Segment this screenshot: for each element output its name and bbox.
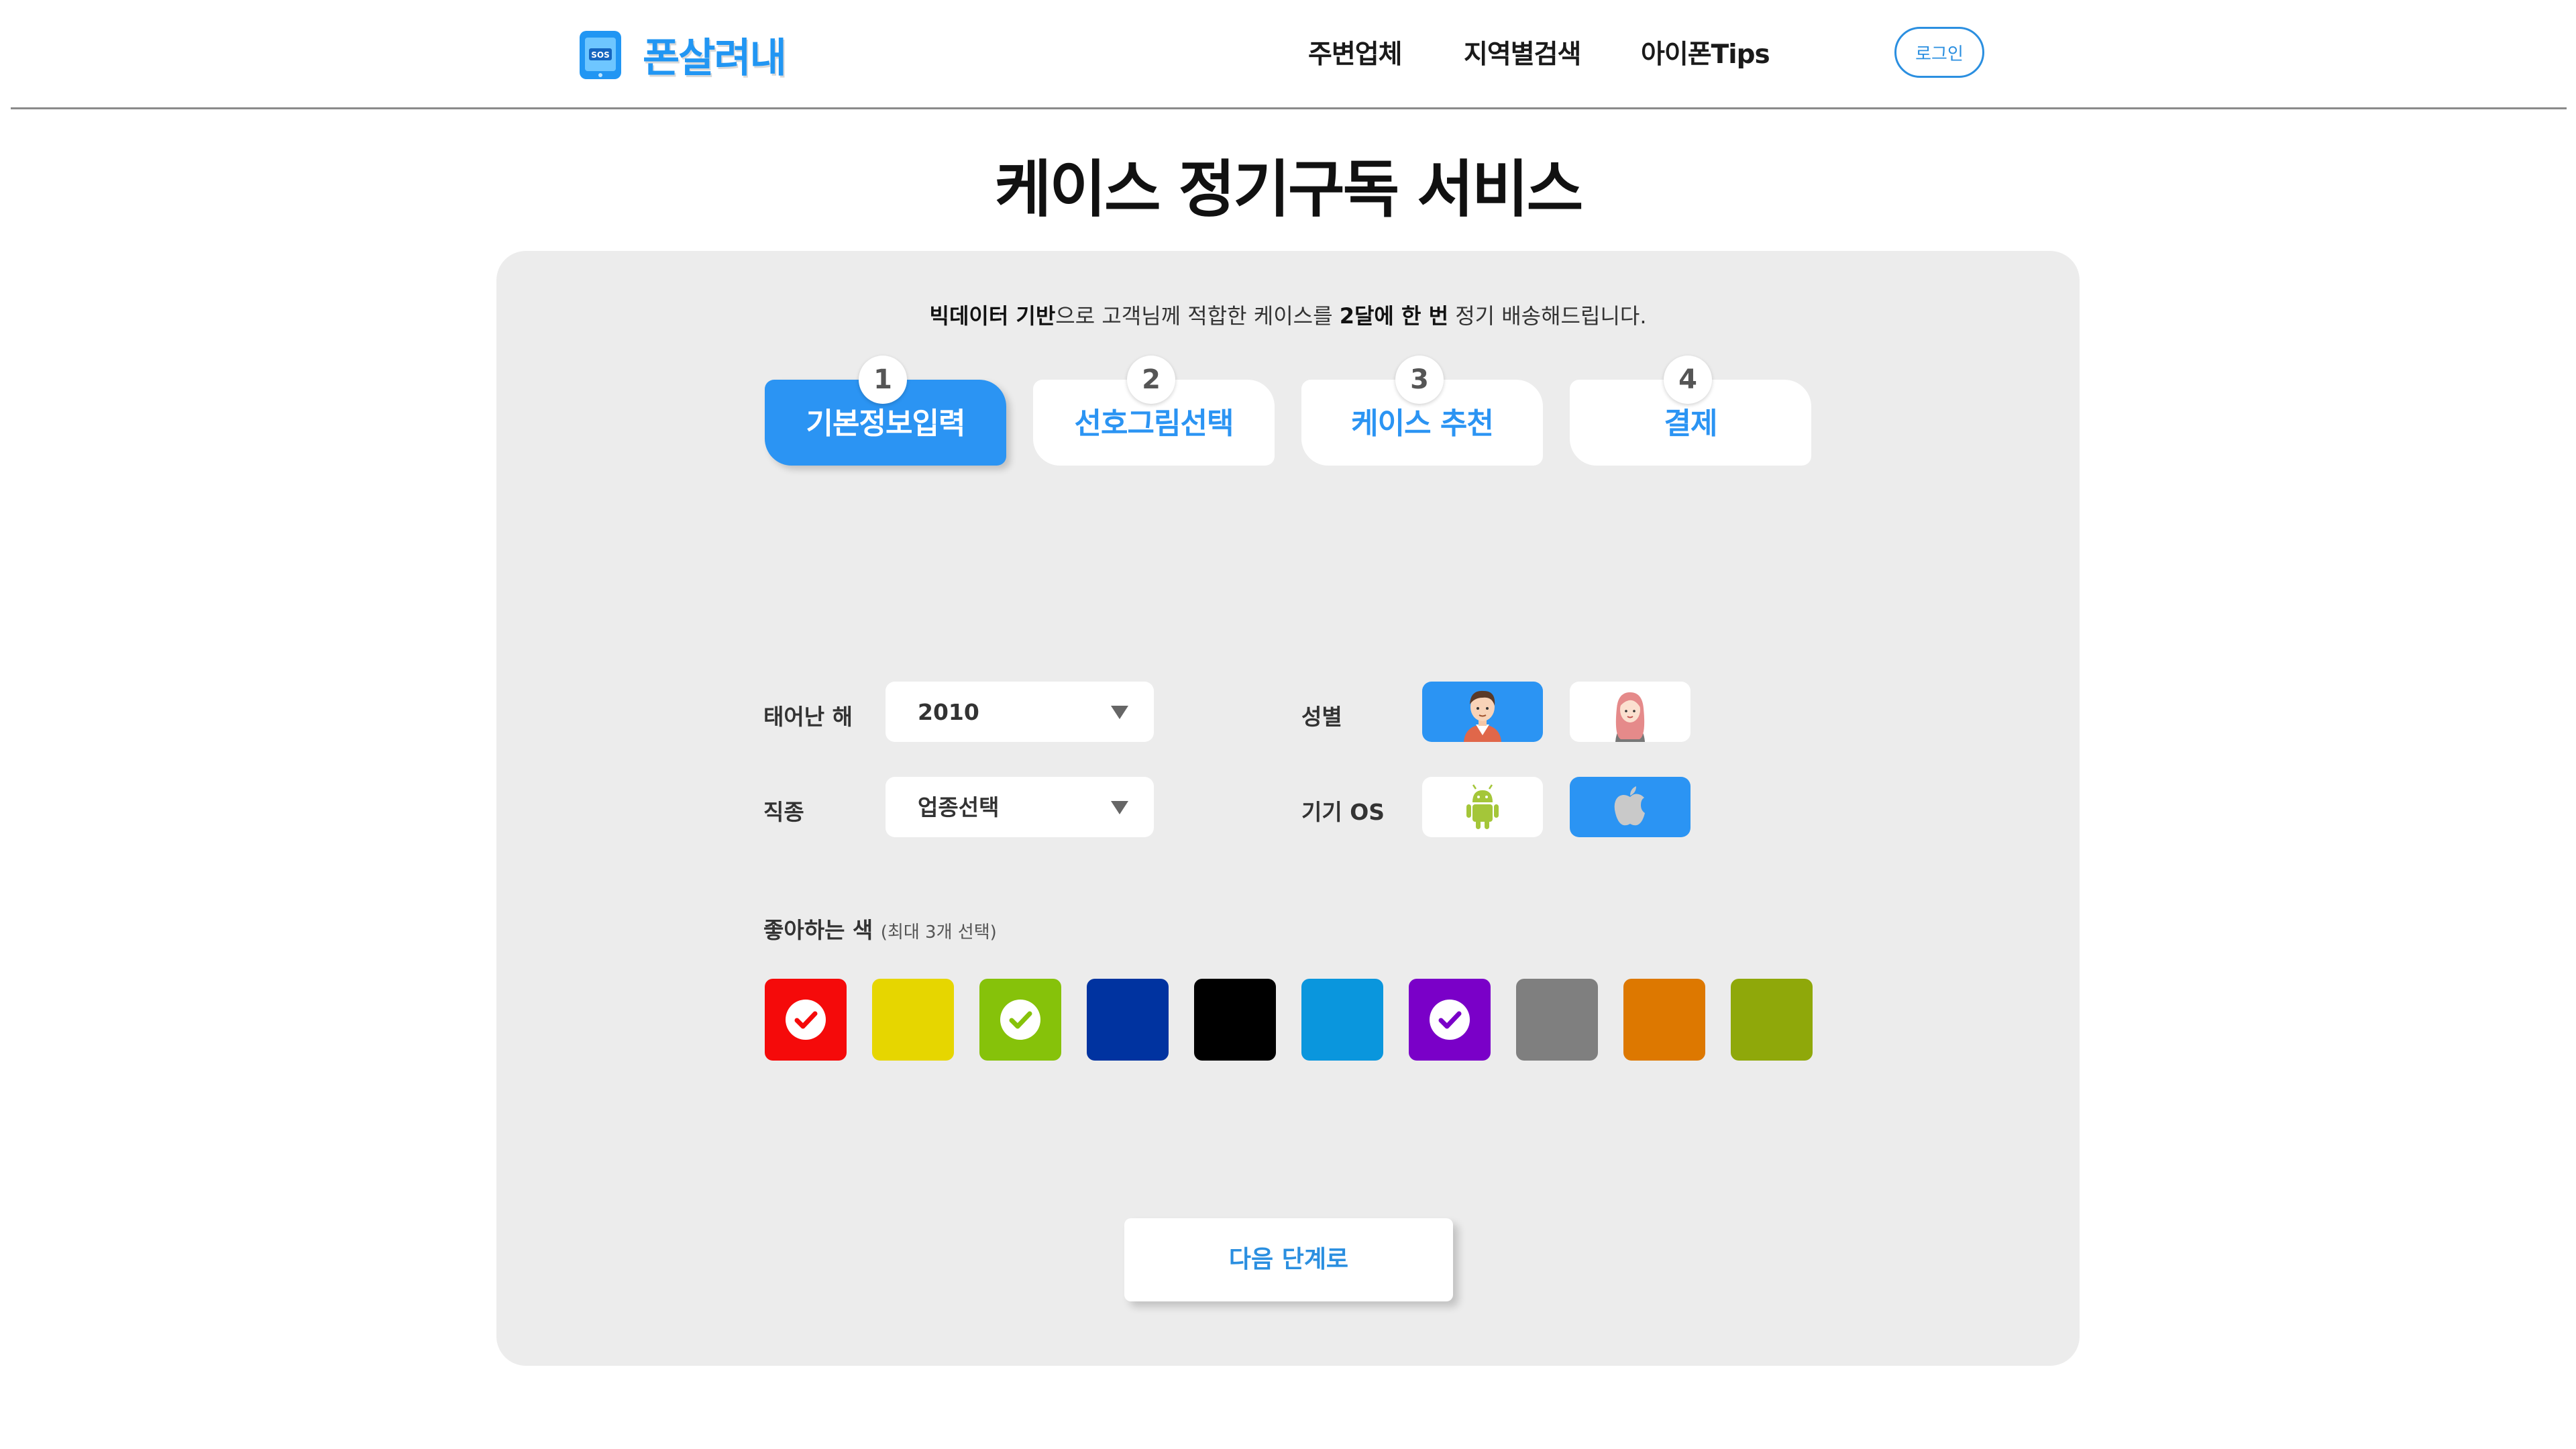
intro-bold-2: 2달에 한 번 (1339, 303, 1449, 329)
nav-region-search[interactable]: 지역별검색 (1464, 34, 1581, 71)
step-number: 3 (1395, 356, 1444, 404)
step-number: 2 (1127, 356, 1175, 404)
job-select[interactable]: 업종선택 (885, 777, 1154, 837)
android-icon (1466, 784, 1499, 829)
intro-bold-1: 빅데이터 기반 (929, 303, 1056, 329)
color-swatch[interactable] (872, 979, 954, 1061)
nav-iphone-tips[interactable]: 아이폰Tips (1641, 34, 1770, 71)
dropdown-arrow-icon (1111, 801, 1128, 814)
intro-text: 빅데이터 기반으로 고객님께 적합한 케이스를 2달에 한 번 정기 배송해드립… (496, 299, 2080, 330)
favorite-color-label: 좋아하는 색 (최대 3개 선택) (763, 912, 997, 945)
color-swatch[interactable] (765, 979, 847, 1061)
dropdown-arrow-icon (1111, 706, 1128, 719)
color-swatch[interactable] (1409, 979, 1491, 1061)
color-swatch[interactable] (1194, 979, 1276, 1061)
job-label: 직종 (763, 799, 804, 825)
color-swatch[interactable] (1516, 979, 1598, 1061)
page-title: 케이스 정기구독 서비스 (994, 154, 1583, 225)
logo[interactable]: SOS 폰살려내 (576, 25, 787, 84)
check-icon (1000, 1000, 1040, 1040)
step-preferred-pattern[interactable]: 선호그림선택 2 (1033, 356, 1275, 466)
step-case-recommend[interactable]: 케이스 추천 3 (1301, 356, 1543, 466)
color-swatch[interactable] (979, 979, 1061, 1061)
nav-nearby[interactable]: 주변업체 (1308, 34, 1403, 71)
logo-text: 폰살려내 (643, 35, 787, 82)
gender-female-button[interactable] (1570, 682, 1690, 742)
os-android-button[interactable] (1422, 777, 1543, 837)
color-swatch[interactable] (1087, 979, 1169, 1061)
color-swatch[interactable] (1301, 979, 1383, 1061)
check-icon (786, 1000, 826, 1040)
step-basic-info[interactable]: 기본정보입력 1 (765, 356, 1006, 466)
birth-year-select[interactable]: 2010 (885, 682, 1154, 742)
os-label: 기기 OS (1301, 799, 1385, 825)
gender-male-button[interactable] (1422, 682, 1543, 742)
favorite-color-hint: (최대 3개 선택) (880, 922, 997, 943)
step-payment[interactable]: 결제 4 (1570, 356, 1811, 466)
birth-year-label: 태어난 해 (763, 704, 853, 730)
login-button[interactable]: 로그인 (1894, 27, 1984, 78)
female-avatar-icon (1615, 692, 1645, 742)
favorite-color-title: 좋아하는 색 (763, 917, 873, 943)
gender-label: 성별 (1301, 704, 1342, 730)
intro-text-4: 정기 배송해드립니다. (1448, 303, 1647, 329)
site-header: SOS 폰살려내 주변업체 지역별검색 아이폰Tips 로그인 (0, 0, 2576, 109)
step-number: 4 (1664, 356, 1712, 404)
check-icon (1430, 1000, 1470, 1040)
phone-sos-icon: SOS (576, 30, 627, 80)
color-swatch[interactable] (1731, 979, 1813, 1061)
header-divider (11, 107, 2567, 109)
male-avatar-icon (1464, 690, 1501, 742)
subscription-panel: 빅데이터 기반으로 고객님께 적합한 케이스를 2달에 한 번 정기 배송해드립… (496, 251, 2080, 1366)
next-step-button[interactable]: 다음 단계로 (1124, 1218, 1453, 1301)
job-value: 업종선택 (918, 794, 1000, 820)
birth-year-value: 2010 (918, 699, 979, 725)
apple-icon (1614, 786, 1645, 826)
color-swatch[interactable] (1623, 979, 1705, 1061)
step-number: 1 (859, 356, 907, 404)
svg-text:SOS: SOS (591, 50, 610, 60)
intro-text-2: 으로 고객님께 적합한 케이스를 (1055, 303, 1340, 329)
os-ios-button[interactable] (1570, 777, 1690, 837)
